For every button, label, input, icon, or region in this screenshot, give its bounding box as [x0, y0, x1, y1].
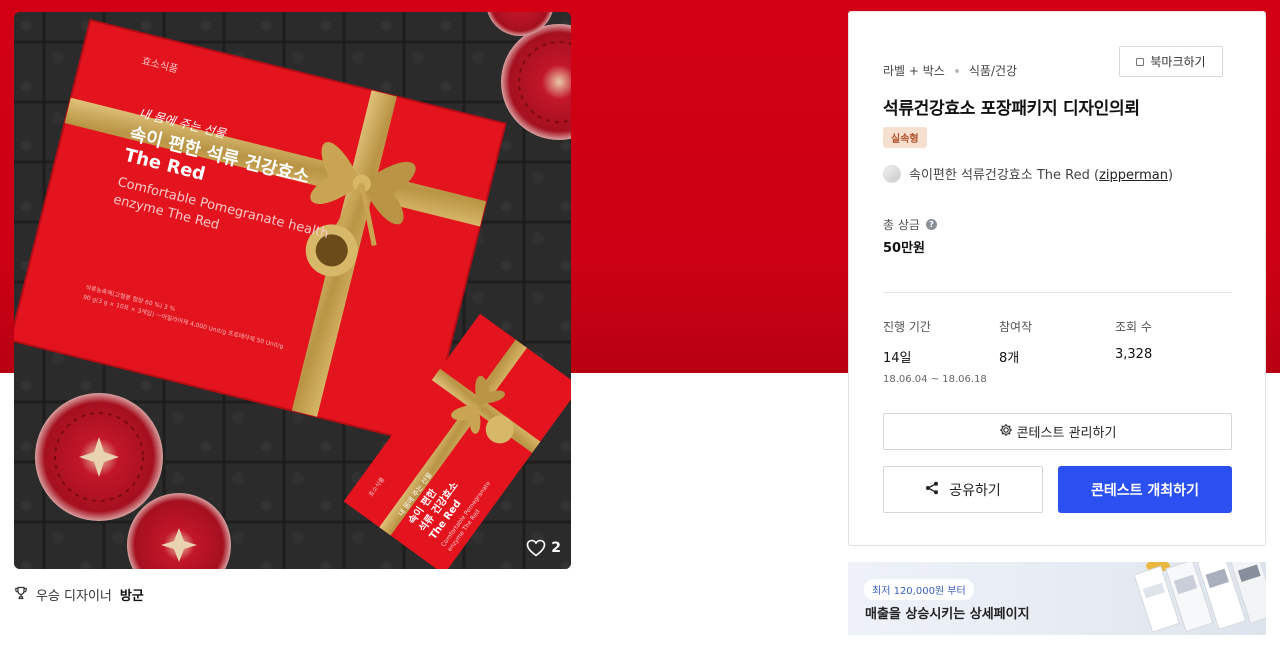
prize-label: 총 상금 ?	[883, 216, 937, 233]
host-contest-button[interactable]: 콘테스트 개최하기	[1058, 466, 1232, 513]
manage-contest-label: 콘테스트 관리하기	[1016, 426, 1117, 441]
period-label: 진행 기간	[883, 320, 931, 334]
winner-label: 우승 디자이너	[36, 589, 112, 604]
ad-illustration	[1133, 562, 1266, 633]
trophy-icon	[14, 586, 28, 604]
entries-value: 8개	[999, 351, 1020, 366]
bookmark-label: 북마크하기	[1150, 55, 1206, 69]
contest-info-panel: 라벨 + 박스 식품/건강 북마크하기 석류건강효소 포장패키지 디자인의뢰 실…	[848, 11, 1266, 546]
views-label: 조회 수	[1115, 320, 1152, 334]
prize-label-text: 총 상금	[883, 218, 920, 232]
ad-headline: 매출을 상승시키는 상세페이지	[865, 607, 1030, 622]
bookmark-icon	[1136, 57, 1145, 66]
share-icon	[925, 481, 939, 499]
bookmark-button[interactable]: 북마크하기	[1119, 46, 1223, 77]
share-label: 공유하기	[949, 482, 1001, 499]
pomegranate-bottom-left	[35, 393, 163, 521]
period-range: 18.06.04 ~ 18.06.18	[883, 374, 987, 385]
entries-label: 참여작	[999, 320, 1033, 334]
client-info: 속이편한 석류건강효소 The Red (zipperman)	[883, 164, 1173, 183]
winner-designer: 우승 디자이너 방군	[14, 585, 144, 604]
period-value: 14일	[883, 351, 912, 366]
divider	[883, 292, 1232, 293]
heart-icon	[526, 539, 546, 557]
stat-entries: 참여작 8개	[999, 318, 1032, 366]
share-button[interactable]: 공유하기	[883, 466, 1043, 513]
breadcrumb: 라벨 + 박스 식품/건강	[883, 62, 1017, 79]
ad-price-pill: 최저 120,000원 부터	[864, 579, 974, 600]
client-username-link[interactable]: zipperman	[1099, 168, 1168, 183]
breadcrumb-separator	[954, 68, 959, 73]
winner-name[interactable]: 방군	[120, 585, 144, 604]
manage-contest-button[interactable]: 콘테스트 관리하기	[883, 413, 1232, 450]
client-company: 속이편한 석류건강효소 The Red (	[909, 168, 1100, 183]
gear-icon	[999, 423, 1013, 441]
avatar-icon	[883, 164, 901, 183]
contest-title: 석류건강효소 포장패키지 디자인의뢰	[883, 99, 1140, 119]
views-value: 3,328	[1115, 347, 1153, 362]
plan-badge: 실속형	[883, 127, 927, 148]
stat-views: 조회 수 3,328	[1115, 318, 1152, 362]
breadcrumb-category[interactable]: 라벨 + 박스	[883, 62, 945, 79]
likes-count: 2	[551, 540, 561, 556]
prize-value: 50만원	[883, 241, 926, 256]
breadcrumb-subcategory[interactable]: 식품/건강	[969, 62, 1017, 79]
like-button[interactable]: 2	[526, 539, 561, 557]
help-icon[interactable]: ?	[925, 219, 937, 230]
client-close: )	[1168, 168, 1174, 183]
stat-period: 진행 기간 14일 18.06.04 ~ 18.06.18	[883, 318, 987, 385]
package-artwork: 효소식품 내 몸에 주는 선물 속이 편한 석류 건강효소 The Red Co…	[14, 12, 571, 569]
winning-design-image[interactable]: 효소식품 내 몸에 주는 선물 속이 편한 석류 건강효소 The Red Co…	[14, 12, 571, 569]
host-contest-label: 콘테스트 개최하기	[1091, 482, 1199, 499]
detail-page-ad-banner[interactable]: 최저 120,000원 부터 매출을 상승시키는 상세페이지	[848, 562, 1266, 635]
